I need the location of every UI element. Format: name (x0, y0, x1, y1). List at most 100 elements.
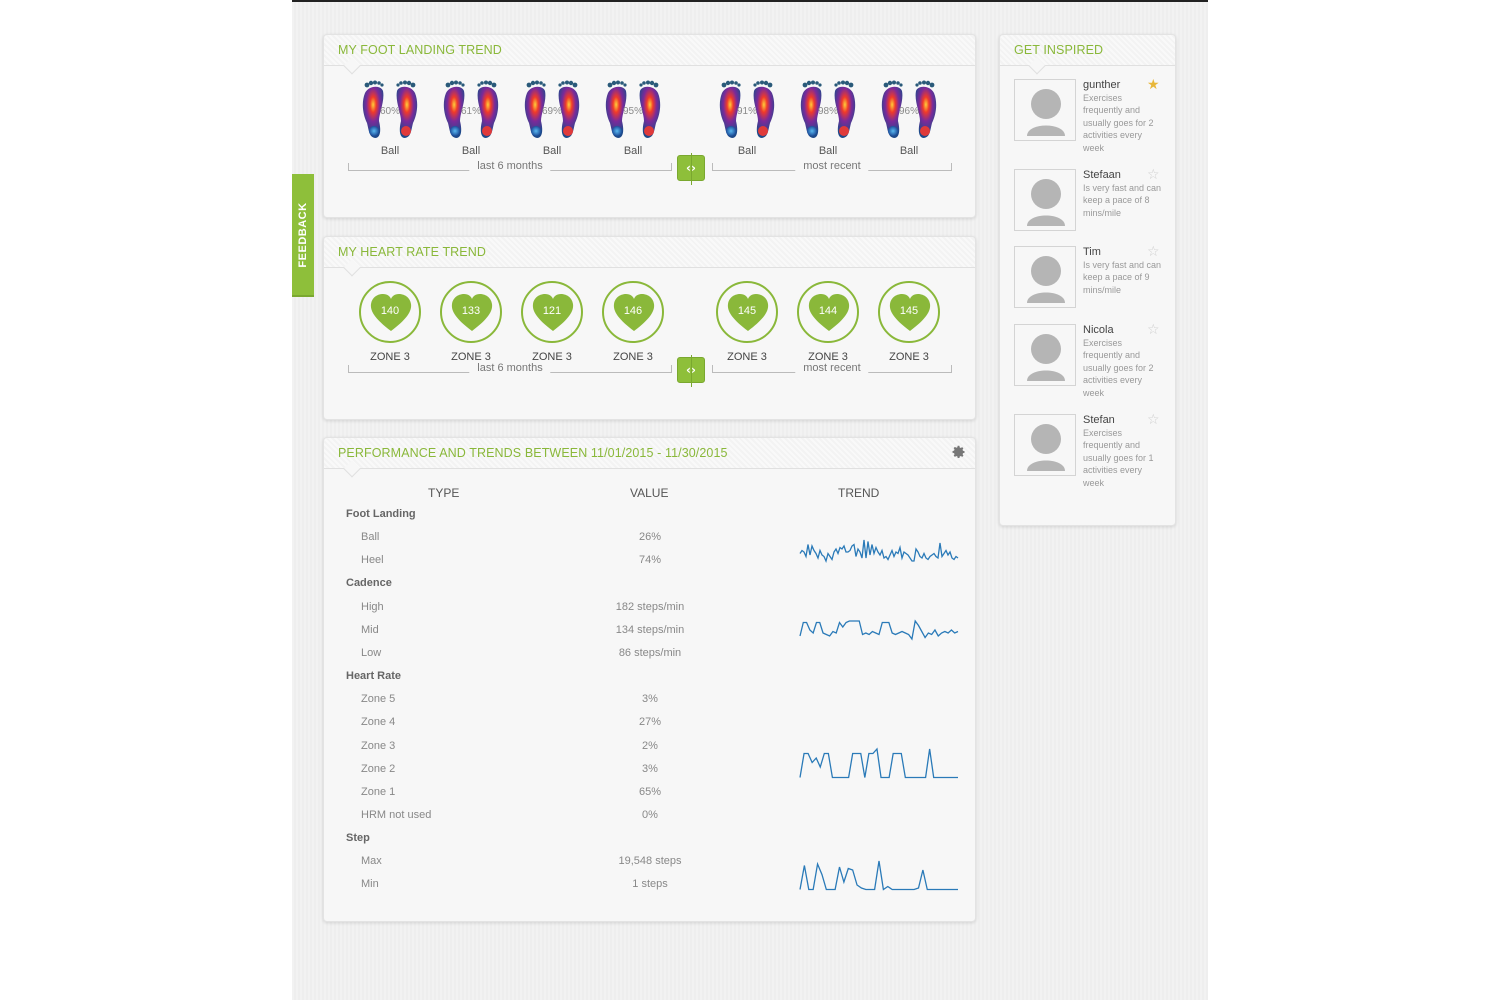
star-outline-icon[interactable]: ☆ (1147, 167, 1160, 183)
metric-label: Zone 4 (361, 716, 396, 729)
star-outline-icon[interactable]: ☆ (1147, 244, 1160, 260)
foot-landing-type: Ball (461, 145, 481, 157)
foot-landing-item: 96% Ball (869, 79, 949, 157)
heart-rate-badge: 140 (359, 281, 421, 343)
person-name[interactable]: Stefaan (1083, 169, 1121, 181)
heart-rate-item: 144 ZONE 3 (788, 281, 868, 363)
metric-label: Mid (361, 623, 379, 636)
top-bar (292, 0, 1208, 2)
sparkline-path (799, 861, 958, 892)
foot-landing-item: 91% Ball (707, 79, 787, 157)
metric-value: 86 steps/min (618, 646, 682, 659)
heart-rate-zone: ZONE 3 (727, 351, 767, 363)
person-name[interactable]: Tim (1083, 246, 1101, 258)
footprint-heatmap-icon: 91% (716, 79, 778, 141)
metric-label: Zone 2 (361, 762, 396, 775)
column-header-type: TYPE (428, 486, 460, 500)
range-label-recent: most recent (795, 362, 869, 374)
heart-rate-badge: 145 (716, 281, 778, 343)
foot-landing-type: Ball (818, 145, 838, 157)
metric-value: 74% (638, 554, 662, 567)
panel-header: MY HEART RATE TREND (324, 237, 975, 277)
metric-value: 65% (638, 785, 662, 798)
foot-landing-type: Ball (542, 145, 562, 157)
metric-label: Zone 1 (361, 785, 396, 798)
heart-rate-item: 145 ZONE 3 (707, 281, 787, 363)
heart-rate-item: 121 ZONE 3 (512, 281, 592, 363)
foot-landing-percent: 60% (379, 106, 400, 117)
feedback-tab[interactable]: FEEDBACK (292, 174, 314, 297)
panel-header: GET INSPIRED (1000, 35, 1175, 75)
foot-landing-percent: 95% (622, 106, 643, 117)
person-name[interactable]: Nicola (1083, 324, 1114, 336)
sparkline-path (799, 540, 959, 564)
header-notch (1028, 57, 1046, 75)
avatar[interactable] (1014, 414, 1076, 476)
range-label-past: last 6 months (469, 362, 551, 374)
footprint-heatmap-icon: 95% (602, 79, 664, 141)
trend-sparkline (799, 861, 958, 892)
foot-landing-percent: 69% (541, 106, 562, 117)
metric-value: 3% (642, 762, 658, 775)
trend-sparkline (799, 747, 958, 778)
panel-title: PERFORMANCE AND TRENDS BETWEEN 11/01/201… (338, 446, 728, 460)
person-description: Exercises frequently and usually goes fo… (1083, 338, 1154, 398)
heart-rate-badge: 146 (602, 281, 664, 343)
heart-rate-item: 146 ZONE 3 (593, 281, 673, 363)
foot-landing-percent: 98% (817, 106, 838, 117)
foot-landing-panel: MY FOOT LANDING TREND 60% Ball 61% Ball … (323, 34, 976, 218)
metric-group-label: Heart Rate (346, 670, 402, 683)
heart-rate-badge: 144 (797, 281, 859, 343)
metric-value: 27% (638, 716, 662, 729)
metric-group-label: Cadence (346, 577, 392, 590)
metric-label: Zone 5 (361, 693, 396, 706)
metric-label: Ball (361, 531, 380, 544)
range-toggle-button[interactable]: ‹› (677, 153, 705, 185)
foot-landing-percent: 61% (460, 106, 481, 117)
get-inspired-panel: GET INSPIRED gunther ★ Exercises frequen… (999, 34, 1176, 526)
gear-icon[interactable] (952, 445, 966, 459)
person-name[interactable]: gunther (1083, 79, 1120, 91)
foot-landing-type: Ball (737, 145, 757, 157)
avatar[interactable] (1014, 324, 1076, 386)
heart-rate-badge: 133 (440, 281, 502, 343)
metric-label: Max (361, 855, 382, 868)
heart-rate-zone: ZONE 3 (889, 351, 929, 363)
metric-group-label: Step (346, 832, 370, 845)
foot-landing-item: 60% Ball (350, 79, 430, 157)
metric-label: Zone 3 (361, 739, 396, 752)
left-right-arrows-icon: ‹› (686, 363, 696, 377)
heart-rate-item: 145 ZONE 3 (869, 281, 949, 363)
heart-rate-value: 140 (380, 305, 400, 317)
footprint-heatmap-icon: 98% (797, 79, 859, 141)
star-outline-icon[interactable]: ☆ (1147, 322, 1160, 338)
panel-title: MY FOOT LANDING TREND (338, 43, 502, 57)
foot-landing-type: Ball (623, 145, 643, 157)
star-filled-icon[interactable]: ★ (1147, 77, 1160, 93)
range-bracket-recent: most recent (712, 160, 952, 172)
panel-header: MY FOOT LANDING TREND (324, 35, 975, 75)
range-bracket-recent: most recent (712, 362, 952, 374)
range-bracket-past: last 6 months (348, 160, 672, 172)
avatar[interactable] (1014, 169, 1076, 231)
foot-landing-item: 98% Ball (788, 79, 868, 157)
person-description: Exercises frequently and usually goes fo… (1083, 428, 1154, 488)
range-toggle-button[interactable]: ‹› (677, 355, 705, 387)
avatar[interactable] (1014, 79, 1076, 141)
metric-label: HRM not used (361, 808, 432, 821)
metric-value: 2% (642, 739, 658, 752)
avatar[interactable] (1014, 246, 1076, 308)
metric-value: 134 steps/min (615, 623, 685, 636)
metric-value: 0% (642, 808, 658, 821)
star-outline-icon[interactable]: ☆ (1147, 412, 1160, 428)
sparkline-path (799, 619, 959, 641)
metric-value: 1 steps (632, 878, 668, 891)
heart-rate-badge: 145 (878, 281, 940, 343)
range-bracket-past: last 6 months (348, 362, 672, 374)
person-name[interactable]: Stefan (1083, 414, 1115, 426)
person-description: Exercises frequently and usually goes fo… (1083, 93, 1154, 153)
foot-landing-item: 95% Ball (593, 79, 673, 157)
footprint-heatmap-icon: 96% (878, 79, 940, 141)
heart-rate-value: 145 (737, 305, 757, 317)
metric-label: Min (361, 878, 379, 891)
